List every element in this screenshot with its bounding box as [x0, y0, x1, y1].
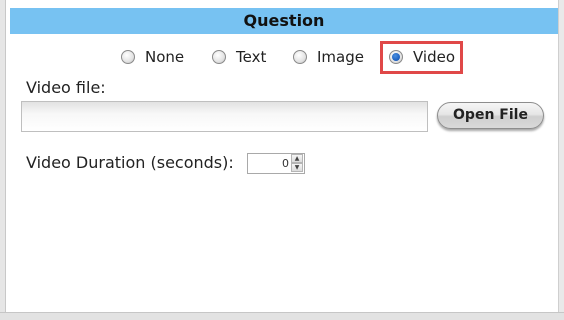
spin-up-icon[interactable]: ▲	[291, 154, 303, 163]
radio-image[interactable]	[293, 50, 307, 64]
radio-option-image[interactable]: Image	[293, 44, 364, 70]
right-edge	[558, 0, 564, 320]
video-file-input[interactable]	[21, 101, 428, 132]
radio-option-none[interactable]: None	[121, 44, 184, 70]
video-duration-label: Video Duration (seconds):	[26, 153, 234, 172]
radio-text-label: Text	[236, 48, 267, 66]
spin-down-icon[interactable]: ▼	[291, 163, 303, 172]
radio-image-label: Image	[317, 48, 364, 66]
radio-option-text[interactable]: Text	[212, 44, 266, 70]
question-panel: Question None Text Image Video Video fil…	[0, 0, 564, 320]
open-file-button[interactable]: Open File	[437, 102, 544, 129]
radio-text[interactable]	[212, 50, 226, 64]
question-header: Question	[10, 8, 558, 34]
radio-none[interactable]	[121, 50, 135, 64]
bottom-edge	[0, 312, 564, 320]
duration-value[interactable]: 0	[248, 154, 289, 173]
video-option-highlight	[380, 41, 463, 74]
video-file-label: Video file:	[26, 78, 106, 97]
duration-stepper[interactable]: 0 ▲ ▼	[247, 153, 305, 174]
radio-none-label: None	[145, 48, 185, 66]
left-edge	[0, 0, 6, 320]
